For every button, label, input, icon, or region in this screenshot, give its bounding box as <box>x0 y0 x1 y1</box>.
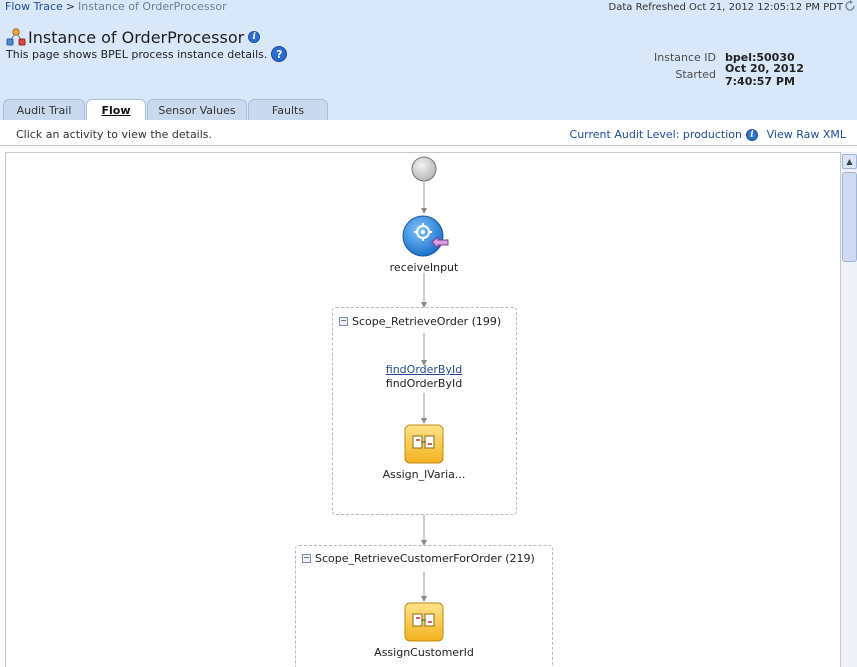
audit-level-text: Current Audit Level: production <box>569 128 742 141</box>
info-icon[interactable]: i <box>746 128 758 141</box>
breadcrumb-separator: > <box>65 0 76 13</box>
assign-customer-id-label[interactable]: AssignCustomerId <box>354 646 494 659</box>
collapse-icon[interactable]: − <box>302 554 311 563</box>
help-icon[interactable]: ? <box>271 46 288 62</box>
info-icon[interactable]: i <box>248 31 261 43</box>
scrollbar-thumb[interactable] <box>842 172 857 262</box>
page-header: Flow Trace > Instance of OrderProcessor Da… <box>0 0 857 121</box>
scope-retrieve-order-title[interactable]: − Scope_RetrieveOrder (199) <box>339 315 501 328</box>
scope-retrieve-order-title-text: Scope_RetrieveOrder (199) <box>352 315 502 328</box>
page-description-text: This page shows BPEL process instance de… <box>6 47 268 61</box>
assign-activity-icon[interactable] <box>404 602 444 642</box>
page-title: Instance of OrderProcessor <box>28 27 245 47</box>
instance-id-label: Instance ID <box>654 51 716 64</box>
tab-flow[interactable]: Flow <box>86 99 146 121</box>
assign-activity-icon[interactable] <box>404 424 444 464</box>
process-instance-icon <box>6 28 26 46</box>
collapse-icon[interactable]: − <box>339 317 348 326</box>
scroll-up-button[interactable]: ▲ <box>842 154 857 169</box>
view-raw-xml-link[interactable]: View Raw XML <box>767 128 846 141</box>
assign-variable-label[interactable]: Assign_lVaria... <box>364 468 484 481</box>
flow-canvas[interactable]: receiveInput − Scope_RetrieveOrder (199)… <box>5 152 840 667</box>
flow-toolbar: Click an activity to view the details. C… <box>0 120 857 146</box>
tab-audit-trail[interactable]: Audit Trail <box>3 99 85 120</box>
audit-level-link[interactable]: Current Audit Level: production i <box>570 128 758 141</box>
started-value: Oct 20, 2012 7:40:57 PM <box>725 61 804 88</box>
receive-input-label[interactable]: receiveInput <box>374 261 474 274</box>
started-label: Started <box>675 68 716 81</box>
vertical-scrollbar[interactable]: ▲ <box>840 152 857 667</box>
scope-retrieve-customer-title[interactable]: − Scope_RetrieveCustomerForOrder (219) <box>302 552 535 565</box>
scope-retrieve-order <box>332 307 517 515</box>
breadcrumb: Flow Trace > Instance of OrderProcessor <box>5 0 227 13</box>
data-refreshed-text: Data Refreshed Oct 21, 2012 12:05:12 PM … <box>608 2 843 13</box>
find-order-by-id-label: findOrderById <box>385 377 463 390</box>
flow-hint-text: Click an activity to view the details. <box>16 128 213 141</box>
instance-meta: Instance ID bpel:50030 Started Oct 20, 2… <box>596 49 851 88</box>
scope-retrieve-customer-title-text: Scope_RetrieveCustomerForOrder (219) <box>315 552 535 565</box>
tab-faults[interactable]: Faults <box>248 99 328 120</box>
tab-bar: Audit Trail Flow Sensor Values Faults <box>0 99 857 121</box>
breadcrumb-flow-trace[interactable]: Flow Trace <box>5 0 63 13</box>
page-description: This page shows BPEL process instance de… <box>6 46 288 62</box>
start-node-icon[interactable] <box>411 156 437 182</box>
tab-sensor-values[interactable]: Sensor Values <box>147 99 247 120</box>
breadcrumb-current: Instance of OrderProcessor <box>78 0 227 13</box>
refresh-icon[interactable] <box>844 0 856 12</box>
receive-activity-icon[interactable] <box>402 215 450 257</box>
find-order-by-id-link[interactable]: findOrderById <box>364 363 484 376</box>
